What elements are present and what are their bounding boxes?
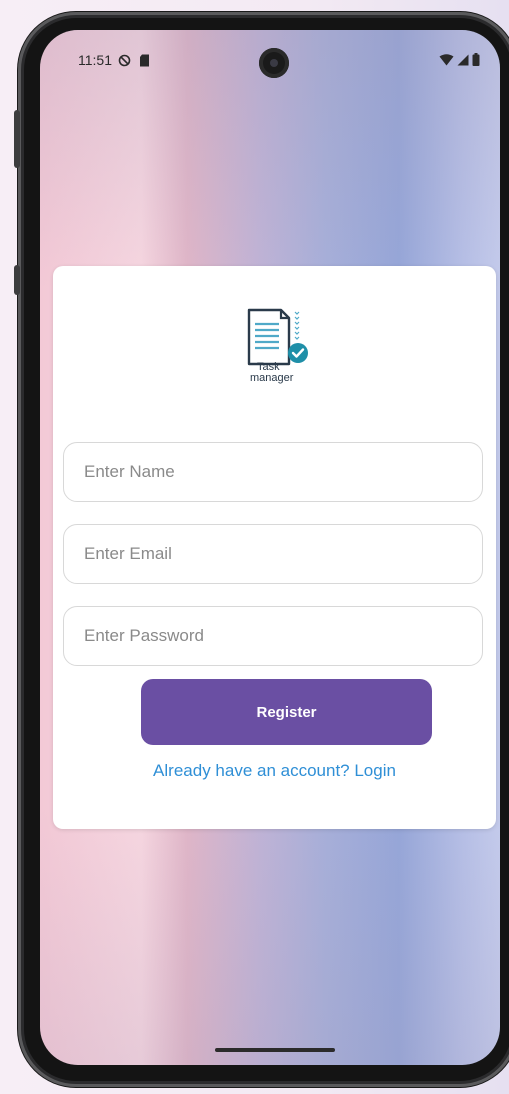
- register-button[interactable]: Register: [141, 679, 432, 745]
- email-input[interactable]: [84, 544, 482, 564]
- signal-icon: [457, 54, 469, 65]
- do-not-disturb-icon: [118, 54, 131, 66]
- status-bar: 11:51: [40, 30, 500, 90]
- gesture-nav-handle[interactable]: [215, 1048, 335, 1052]
- phone-screen: 11:51 Task manager Enter Name Enter Emai…: [40, 30, 500, 1065]
- name-input[interactable]: [84, 462, 482, 482]
- password-input[interactable]: [84, 626, 482, 646]
- power-key: [14, 110, 20, 168]
- front-camera: [259, 48, 289, 78]
- name-field[interactable]: [63, 442, 483, 502]
- register-card: Task manager Register Already have an ac…: [53, 266, 496, 829]
- login-link[interactable]: Already have an account? Login: [53, 761, 496, 781]
- status-time: 11:51: [78, 52, 112, 68]
- email-field[interactable]: [63, 524, 483, 584]
- wifi-icon: [439, 53, 454, 65]
- task-manager-logo: Task manager: [235, 302, 321, 394]
- password-field[interactable]: [63, 606, 483, 666]
- sd-card-icon: [140, 54, 149, 66]
- volume-key: [14, 265, 20, 295]
- battery-icon: [472, 53, 480, 66]
- logo-line2: manager: [250, 372, 294, 384]
